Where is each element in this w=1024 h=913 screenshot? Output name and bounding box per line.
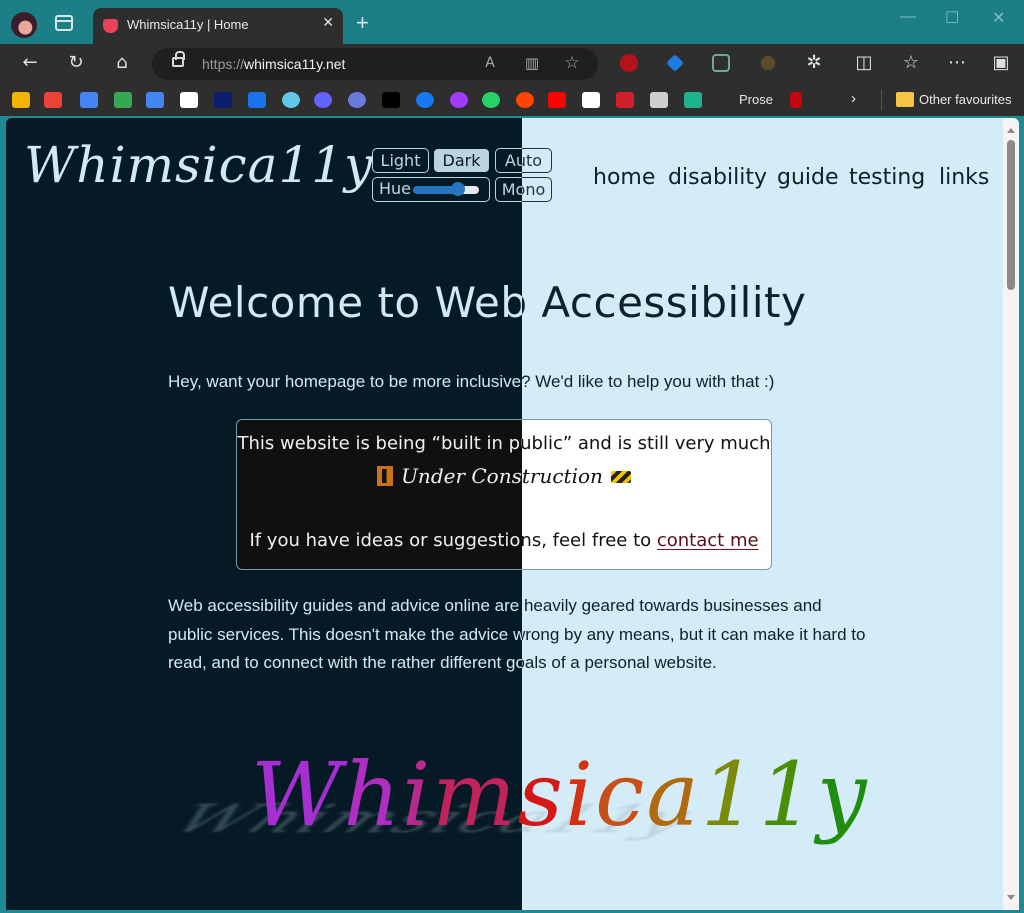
bookmark-globe-icon[interactable] [282,92,300,108]
bookmark-facebook-icon[interactable] [416,92,434,108]
bookmarks-divider [881,90,882,110]
big-logo-letter: c [595,743,647,846]
c-extension-icon[interactable] [760,55,776,71]
theme-light-button[interactable]: Light [372,148,429,173]
other-favourites[interactable]: Other favourites [919,92,1012,107]
maximize-icon[interactable]: ☐ [945,8,959,28]
ublock-icon[interactable] [620,54,638,72]
bookmark-chrome-red-icon[interactable] [348,92,366,108]
bookmark-whatsapp-icon[interactable] [482,92,500,108]
big-logo-letter: 1 [700,743,759,846]
tab-actions-icon[interactable] [55,15,73,31]
big-logo-letter: W [251,743,344,846]
bookmark-translate-icon[interactable] [146,92,164,108]
back-icon[interactable]: ← [18,52,42,74]
big-logo-letter: y [816,743,869,846]
big-logo-letter: i [564,743,596,846]
bookmark-calendar-icon[interactable] [80,92,98,108]
bookmark-x-icon[interactable] [382,92,400,108]
more-icon[interactable]: ⋯ [945,52,969,74]
nav-home[interactable]: home [593,165,655,190]
url-text[interactable]: https://whimsica11y.net [202,56,345,72]
refresh-icon[interactable]: ↻ [64,52,88,74]
hue-label: Hue [379,179,412,198]
scroll-down-arrow-icon[interactable] [1007,895,1015,900]
extensions-puzzle-icon[interactable]: ✲ [802,52,826,74]
nav-links[interactable]: links [939,165,989,190]
hue-slider[interactable] [413,186,479,194]
profile-avatar[interactable] [11,12,37,38]
big-logo-letter: a [646,743,701,846]
scroll-up-arrow-icon[interactable] [1007,128,1015,133]
bookmark-dots-icon[interactable] [180,92,198,108]
bookmark-ndr-icon[interactable] [214,92,232,108]
plus-icon[interactable]: + [356,10,369,36]
minimize-icon[interactable]: — [900,8,916,26]
big-logo-letter: h [343,743,403,846]
browser-toolbar: ← ↻ ⌂ https://whimsica11y.net A ▥ ☆ ✲ ◫ … [0,44,1024,84]
bookmark-messenger-icon[interactable] [450,92,468,108]
bookmark-mastodon-icon[interactable] [314,92,332,108]
tab-active[interactable]: Whimsica11y | Home ✕ [93,8,343,46]
scrollbar-thumb[interactable] [1007,140,1015,290]
contact-link[interactable]: contact me [657,530,759,551]
big-logo-letter: m [432,743,518,846]
heart-favicon-icon [103,19,118,33]
big-logo-letter: s [517,743,565,846]
scrollbar[interactable] [1003,118,1019,910]
bookmark-window-icon[interactable] [650,92,668,108]
site-logo[interactable]: Whimsica11y [24,136,373,194]
bookmark-reddit-icon[interactable] [516,92,534,108]
tab-title: Whimsica11y | Home [127,17,249,32]
sidebar-icon[interactable]: ▣ [989,52,1013,74]
lock-icon[interactable] [172,51,185,67]
bookmark-bookmark-red-icon[interactable] [616,92,634,108]
favorite-star-icon[interactable]: ☆ [560,52,584,74]
bookmark-bookmark-blue-icon[interactable] [248,92,266,108]
favorites-icon[interactable]: ☆ [899,52,923,74]
page-viewport: Whimsica11y Light Dark Auto Hue Mono hom… [6,118,1019,910]
bookmark-green-arrow-icon[interactable] [684,92,702,108]
hue-slider-thumb[interactable] [451,182,465,196]
chevron-right-icon[interactable]: › [851,90,856,107]
home-icon[interactable]: ⌂ [110,52,134,74]
title-bar: Whimsica11y | Home ✕ + — ☐ ✕ [0,0,1024,46]
nav-guide[interactable]: guide [777,165,839,190]
split-screen-icon[interactable]: ◫ [852,52,876,74]
big-logo-letter: i [402,743,433,846]
bookmark-amazon-icon[interactable] [582,92,600,108]
bookmark-netflix[interactable] [790,92,802,108]
big-logo-letter: 1 [758,743,817,846]
hue-control: Hue [372,177,490,202]
bookmark-prose[interactable]: Prose [739,92,773,107]
close-tab-icon[interactable]: ✕ [322,15,334,31]
bookmark-bookmark-a-icon[interactable] [12,92,30,108]
bookmark-youtube-icon[interactable] [548,92,566,108]
close-window-icon[interactable]: ✕ [992,8,1005,28]
read-aloud-icon[interactable]: A [478,52,502,74]
folder-icon [896,92,914,107]
bookmark-gmail-icon[interactable] [44,92,62,108]
address-bar[interactable]: https://whimsica11y.net A ▥ ☆ [152,48,598,80]
nav-disability[interactable]: disability [668,165,767,190]
bookmark-maps-icon[interactable] [114,92,132,108]
theme-dark-button[interactable]: Dark [433,148,490,173]
immersive-reader-icon[interactable]: ▥ [520,52,544,74]
nav-testing[interactable]: testing [849,165,925,190]
diamond-extension-icon[interactable] [666,54,684,72]
bookmarks-bar: Prose › Other favourites [0,84,1024,116]
s-extension-icon[interactable] [712,54,730,72]
construction-barrier-icon [610,471,631,483]
construction-crane-icon [377,466,394,486]
